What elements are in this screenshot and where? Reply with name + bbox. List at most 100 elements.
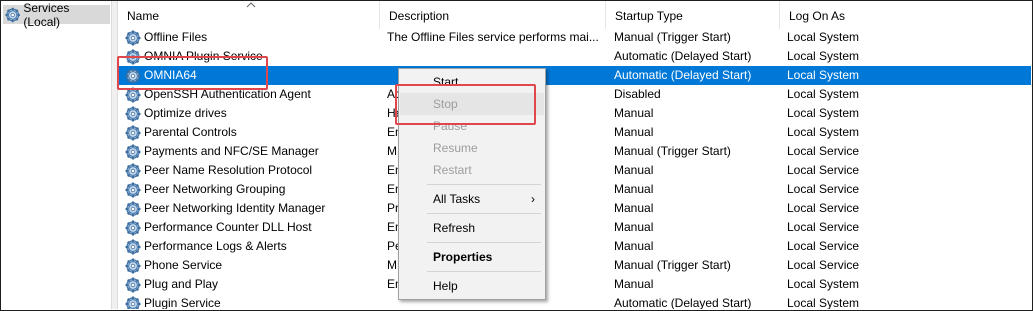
service-name: Payments and NFC/SE Manager bbox=[144, 144, 319, 158]
column-name-label: Name bbox=[127, 9, 160, 23]
menu-item-properties[interactable]: Properties bbox=[399, 246, 545, 268]
service-name: Phone Service bbox=[144, 258, 223, 272]
service-startup-type: Manual bbox=[614, 239, 654, 253]
gear-icon bbox=[125, 163, 141, 179]
service-name: Peer Networking Grouping bbox=[144, 182, 286, 196]
service-name: Optimize drives bbox=[144, 106, 227, 120]
service-startup-type: Manual bbox=[614, 220, 654, 234]
menu-item-refresh[interactable]: Refresh bbox=[399, 217, 545, 239]
gear-icon bbox=[125, 144, 141, 160]
service-startup-type: Automatic (Delayed Start) bbox=[614, 49, 752, 63]
tree-item-label: Services (Local) bbox=[23, 0, 70, 29]
column-description-label: Description bbox=[389, 9, 450, 23]
service-startup-type: Automatic (Delayed Start) bbox=[614, 68, 752, 82]
table-row[interactable]: Offline Files The Offline Files service p… bbox=[118, 28, 1031, 47]
tree-item-services-local[interactable]: Services (Local) bbox=[3, 1, 110, 29]
service-log-on-as: Local System bbox=[787, 125, 860, 139]
table-row[interactable]: Peer Networking GroupingEn cation ...Man… bbox=[118, 180, 1031, 199]
table-row[interactable]: Optimize drivesHe efficie...ManualLocal … bbox=[118, 104, 1031, 123]
service-description bbox=[387, 47, 613, 66]
menu-separator bbox=[427, 271, 541, 272]
services-list: Name Description Startup Type Log On As … bbox=[118, 1, 1031, 309]
column-header-description[interactable]: Description bbox=[380, 1, 606, 29]
gear-icon bbox=[125, 277, 141, 293]
service-startup-type: Manual bbox=[614, 182, 654, 196]
service-name-cell: Peer Networking Grouping bbox=[125, 180, 381, 199]
console-tree: Services (Local) bbox=[1, 1, 110, 309]
service-startup-type: Manual (Trigger Start) bbox=[614, 258, 731, 272]
menu-separator bbox=[427, 184, 541, 185]
gear-icon bbox=[5, 7, 20, 23]
service-log-on-as: Local System bbox=[787, 30, 860, 44]
service-log-on-as: Local Service bbox=[787, 201, 860, 215]
service-startup-type: Manual (Trigger Start) bbox=[614, 144, 731, 158]
column-header-startup-type[interactable]: Startup Type bbox=[606, 1, 780, 29]
service-startup-type: Manual bbox=[614, 201, 654, 215]
table-row[interactable]: Phone ServiceM on the ...Manual (Trigger… bbox=[118, 256, 1031, 275]
highlight-box-stop bbox=[395, 84, 536, 125]
service-startup-type: Manual bbox=[614, 125, 654, 139]
service-log-on-as: Local Service bbox=[787, 258, 860, 272]
service-name: Parental Controls bbox=[144, 125, 237, 139]
column-startup-label: Startup Type bbox=[615, 9, 683, 23]
service-log-on-as: Local Service bbox=[787, 239, 860, 253]
gear-icon bbox=[125, 182, 141, 198]
service-name-cell: Phone Service bbox=[125, 256, 381, 275]
menu-item-all-tasks[interactable]: All Tasks › bbox=[399, 188, 545, 210]
chevron-right-icon: › bbox=[531, 192, 535, 206]
gear-icon bbox=[125, 106, 141, 122]
service-name-cell: Offline Files bbox=[125, 28, 381, 47]
service-startup-type: Manual bbox=[614, 106, 654, 120]
service-name: Plugin Service bbox=[144, 296, 221, 309]
service-name-cell: Plugin Service bbox=[125, 294, 381, 309]
all-tasks-label: All Tasks bbox=[433, 192, 481, 206]
service-log-on-as: Local Service bbox=[787, 182, 860, 196]
service-startup-type: Manual bbox=[614, 163, 654, 177]
service-name: Plug and Play bbox=[144, 277, 219, 291]
service-log-on-as: Local System bbox=[787, 106, 860, 120]
highlight-box-omnia64 bbox=[117, 56, 268, 90]
menu-item-help[interactable]: Help bbox=[399, 275, 545, 297]
service-name-cell: Peer Networking Identity Manager bbox=[125, 199, 381, 218]
service-log-on-as: Local System bbox=[787, 49, 860, 63]
service-log-on-as: Local Service bbox=[787, 144, 860, 158]
menu-separator bbox=[427, 213, 541, 214]
sort-up-icon bbox=[246, 2, 256, 8]
service-log-on-as: Local Service bbox=[787, 163, 860, 177]
gear-icon bbox=[125, 125, 141, 141]
service-log-on-as: Local System bbox=[787, 87, 860, 101]
service-name-cell: Performance Logs & Alerts bbox=[125, 237, 381, 256]
service-name-cell: Parental Controls bbox=[125, 123, 381, 142]
service-name: Performance Logs & Alerts bbox=[144, 239, 287, 253]
service-name-cell: Payments and NFC/SE Manager bbox=[125, 142, 381, 161]
service-name: Performance Counter DLL Host bbox=[144, 220, 312, 234]
service-name-cell: Performance Counter DLL Host bbox=[125, 218, 381, 237]
column-header-log-on-as[interactable]: Log On As bbox=[780, 1, 1031, 29]
service-startup-type: Manual bbox=[614, 277, 654, 291]
table-row[interactable]: Payments and NFC/SE ManagerM Field C...M… bbox=[118, 142, 1031, 161]
table-row[interactable]: Performance Logs & AlertsPe Collects...M… bbox=[118, 237, 1031, 256]
service-name-cell: Plug and Play bbox=[125, 275, 381, 294]
column-logon-label: Log On As bbox=[789, 9, 846, 23]
menu-item-resume[interactable]: Resume bbox=[399, 137, 545, 159]
service-startup-type: Automatic (Delayed Start) bbox=[614, 296, 752, 309]
service-description: The Offline Files service performs mai..… bbox=[387, 30, 599, 44]
gear-icon bbox=[125, 220, 141, 236]
table-row[interactable]: Peer Networking Identity ManagerPr the P… bbox=[118, 199, 1031, 218]
column-header: Name Description Startup Type Log On As bbox=[118, 1, 1031, 29]
service-name-cell: Optimize drives bbox=[125, 104, 381, 123]
table-row[interactable]: Plug and PlayEn e and...ManualLocal Syst… bbox=[118, 275, 1031, 294]
pane-splitter[interactable] bbox=[111, 1, 118, 309]
service-log-on-as: Local System bbox=[787, 296, 860, 309]
table-row[interactable]: Plugin Service Automatic (Delayed Start) L… bbox=[118, 294, 1031, 309]
table-row[interactable]: Performance Counter DLL HostEn users to.… bbox=[118, 218, 1031, 237]
menu-item-restart[interactable]: Restart bbox=[399, 159, 545, 181]
gear-icon bbox=[125, 258, 141, 274]
service-log-on-as: Local Service bbox=[787, 220, 860, 234]
table-row[interactable]: Peer Name Resolution ProtocolEn resoluti… bbox=[118, 161, 1031, 180]
service-name: Peer Name Resolution Protocol bbox=[144, 163, 313, 177]
gear-icon bbox=[125, 201, 141, 217]
service-log-on-as: Local System bbox=[787, 68, 860, 82]
table-row[interactable]: Parental ControlsEn child a...ManualLoca… bbox=[118, 123, 1031, 142]
service-startup-type: Manual (Trigger Start) bbox=[614, 30, 731, 44]
